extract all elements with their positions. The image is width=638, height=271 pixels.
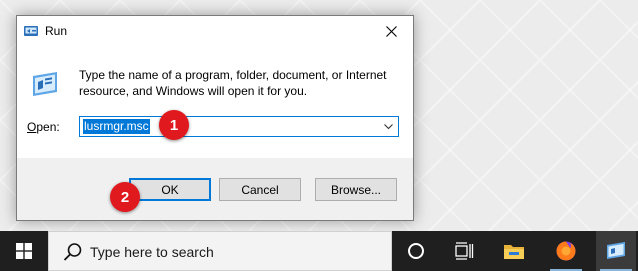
run-taskbar-button[interactable] (596, 231, 636, 271)
open-combobox[interactable]: lusrmgr.msc (79, 116, 399, 137)
chevron-down-icon (383, 123, 393, 129)
run-app-icon (607, 242, 625, 259)
start-button[interactable] (0, 231, 48, 271)
dialog-footer: OK Cancel Browse... (17, 158, 413, 220)
run-program-icon (33, 72, 57, 96)
ok-button[interactable]: OK (129, 178, 211, 201)
close-icon (385, 25, 397, 37)
title-bar[interactable]: Run (17, 16, 413, 46)
run-dialog: Run Type the name of a program, folder, … (16, 15, 414, 221)
dialog-title: Run (45, 24, 68, 38)
cortana-button[interactable] (396, 231, 436, 271)
open-input-text[interactable]: lusrmgr.msc (83, 119, 150, 134)
close-button[interactable] (369, 16, 413, 46)
file-explorer-button[interactable] (494, 231, 534, 271)
taskbar: Type here to search (0, 231, 638, 271)
folder-icon (504, 245, 524, 259)
firefox-icon (556, 241, 576, 261)
cortana-icon (408, 243, 424, 259)
open-label: Open: (27, 120, 60, 134)
firefox-button[interactable] (546, 231, 586, 271)
search-icon (63, 243, 82, 261)
cancel-button[interactable]: Cancel (219, 178, 301, 201)
step-1-callout: 1 (159, 110, 189, 140)
task-view-icon (455, 242, 474, 260)
step-2-callout: 2 (110, 182, 140, 212)
run-app-icon (24, 26, 38, 36)
taskbar-search-box[interactable]: Type here to search (48, 231, 392, 271)
dropdown-button[interactable] (380, 118, 396, 135)
search-placeholder: Type here to search (90, 244, 214, 260)
windows-logo-icon (16, 243, 32, 259)
dialog-description: Type the name of a program, folder, docu… (79, 68, 387, 98)
browse-button[interactable]: Browse... (315, 178, 397, 201)
task-view-button[interactable] (444, 231, 484, 271)
